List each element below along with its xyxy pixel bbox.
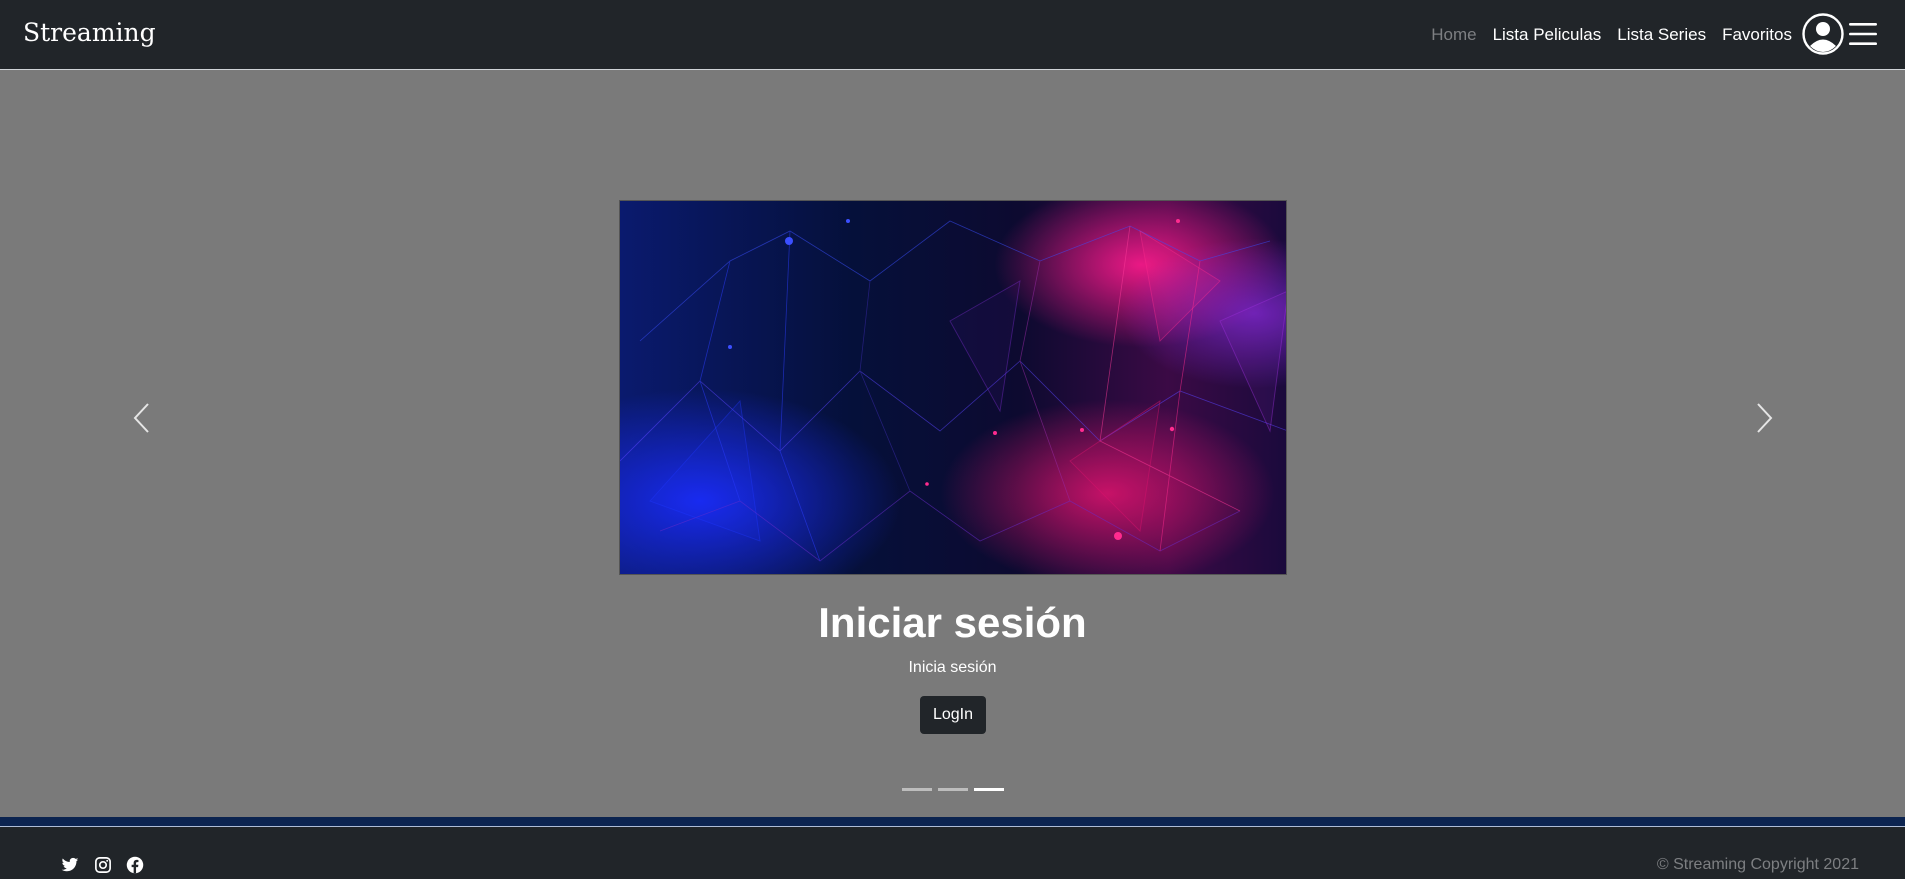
footer: © Streaming Copyright 2021 xyxy=(0,827,1905,879)
carousel: Iniciar sesión Inicia sesión LogIn xyxy=(0,71,1905,817)
instagram-icon[interactable] xyxy=(94,856,112,874)
slide-image xyxy=(619,200,1287,575)
footer-divider xyxy=(0,817,1905,827)
carousel-indicator[interactable] xyxy=(902,788,932,791)
hamburger-menu-icon[interactable] xyxy=(1849,22,1877,46)
slide-title: Iniciar sesión xyxy=(818,599,1087,646)
chevron-left-icon[interactable] xyxy=(132,401,152,435)
carousel-indicator-active[interactable] xyxy=(974,788,1004,791)
user-circle-icon[interactable] xyxy=(1802,13,1844,55)
nav-links: Home Lista Peliculas Lista Series Favori… xyxy=(1423,0,1800,70)
nav-item-lista-peliculas[interactable]: Lista Peliculas xyxy=(1485,25,1610,45)
carousel-indicators xyxy=(902,788,1004,791)
slide-subtitle: Inicia sesión xyxy=(908,659,997,676)
nav-item-lista-series[interactable]: Lista Series xyxy=(1609,25,1714,45)
nav-item-favoritos[interactable]: Favoritos xyxy=(1714,25,1800,45)
navbar: Streaming Home Lista Peliculas Lista Ser… xyxy=(0,0,1905,70)
carousel-indicator[interactable] xyxy=(938,788,968,791)
nav-item-home[interactable]: Home xyxy=(1423,25,1484,45)
copyright-text: © Streaming Copyright 2021 xyxy=(1656,856,1859,873)
brand-logo[interactable]: Streaming xyxy=(23,18,156,47)
login-button[interactable]: LogIn xyxy=(920,696,986,734)
chevron-right-icon[interactable] xyxy=(1754,401,1774,435)
twitter-icon[interactable] xyxy=(61,856,79,874)
facebook-icon[interactable] xyxy=(126,856,144,874)
